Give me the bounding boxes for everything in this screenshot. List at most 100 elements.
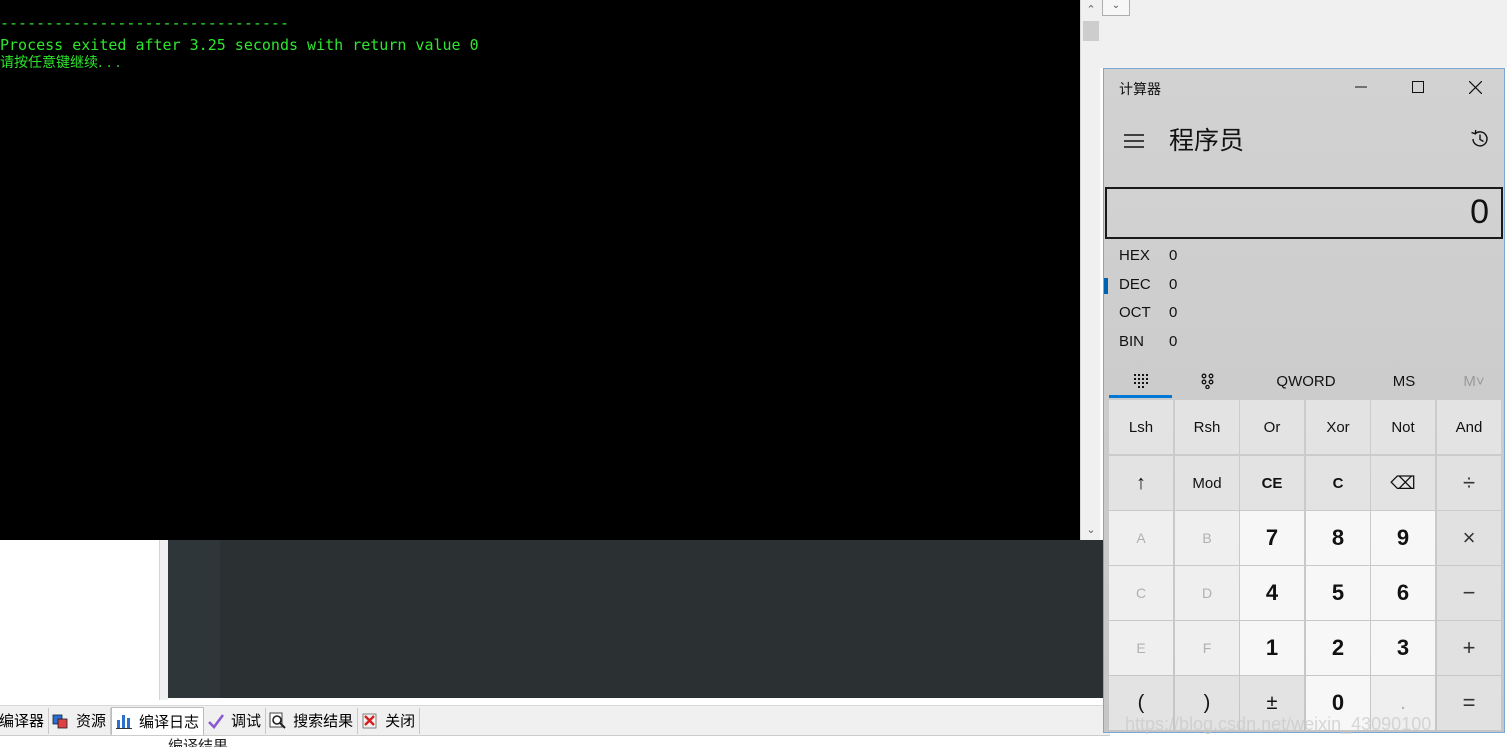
ide-dropdown-button[interactable]: ⌄ [1102, 0, 1130, 16]
hex-b-button[interactable]: B [1175, 511, 1239, 565]
digit-6-button[interactable]: 6 [1371, 566, 1435, 620]
mod-button[interactable]: Mod [1175, 456, 1239, 510]
memory-recall-button[interactable]: M˅ [1444, 362, 1504, 400]
tab-close-label: 关闭 [385, 712, 416, 730]
history-icon [1471, 129, 1488, 147]
digit-1-button[interactable]: 1 [1240, 621, 1304, 675]
tab-resources-label: 资源 [76, 712, 107, 730]
shift-button[interactable]: ↑ [1109, 456, 1173, 510]
watermark: https://blog.csdn.net/weixin_43090100 [1125, 714, 1432, 734]
radix-selected-indicator [1104, 278, 1108, 294]
radix-dec-value: 0 [1169, 276, 1178, 293]
equals-button[interactable]: = [1437, 676, 1501, 730]
hex-e-button[interactable]: E [1109, 621, 1173, 675]
chevron-down-icon[interactable]: ⌄ [1081, 520, 1101, 540]
bit-toggle-keypad-button[interactable] [1176, 362, 1239, 400]
digit-5-button[interactable]: 5 [1306, 566, 1370, 620]
digit-7-button[interactable]: 7 [1240, 511, 1304, 565]
radix-hex[interactable]: HEX 0 [1104, 243, 1304, 269]
full-keypad-button[interactable] [1109, 362, 1172, 400]
radix-oct-label: OCT [1119, 304, 1151, 321]
tab-search-results[interactable]: 搜索结果 [266, 707, 359, 734]
minimize-button[interactable] [1336, 69, 1386, 105]
radix-hex-value: 0 [1169, 247, 1178, 264]
close-button[interactable] [1450, 69, 1500, 105]
hex-c-button[interactable]: C [1109, 566, 1173, 620]
chevron-up-icon[interactable]: ⌃ [1081, 0, 1101, 20]
hamburger-icon [1124, 134, 1144, 148]
ide-line-gutter [168, 540, 220, 698]
radix-dec[interactable]: DEC 0 [1104, 272, 1304, 298]
hex-f-button[interactable]: F [1175, 621, 1239, 675]
tab-compiler-label: 编译器 [0, 712, 45, 730]
minus-button[interactable]: − [1437, 566, 1501, 620]
tab-compile-log-label: 编译日志 [139, 712, 200, 731]
ide-top-strip [1100, 0, 1507, 68]
ide-splitter[interactable] [160, 540, 168, 700]
digit-4-button[interactable]: 4 [1240, 566, 1304, 620]
tab-debug-label: 调试 [231, 712, 262, 730]
maximize-button[interactable] [1393, 69, 1443, 105]
console-exit-message: Process exited after 3.25 seconds with r… [0, 36, 479, 54]
multiply-button[interactable]: × [1437, 511, 1501, 565]
calculator-title: 计算器 [1119, 81, 1161, 97]
memory-store-button[interactable]: MS [1374, 362, 1434, 400]
search-icon [269, 712, 286, 729]
maximize-icon [1412, 81, 1424, 93]
display-value: 0 [1470, 193, 1489, 231]
xor-button[interactable]: Xor [1306, 400, 1370, 454]
clear-button[interactable]: C [1306, 456, 1370, 510]
hex-a-button[interactable]: A [1109, 511, 1173, 565]
lsh-button[interactable]: Lsh [1109, 400, 1173, 454]
radix-oct[interactable]: OCT 0 [1104, 300, 1304, 326]
output-panel-header: 编译结果 [168, 737, 229, 747]
close-icon [1468, 80, 1482, 94]
console-scroll-thumb[interactable] [1083, 21, 1099, 41]
history-button[interactable] [1464, 123, 1496, 155]
divide-button[interactable]: ÷ [1437, 456, 1501, 510]
radix-bin-label: BIN [1119, 333, 1145, 350]
word-size-button[interactable]: QWORD [1254, 362, 1358, 400]
radix-bin[interactable]: BIN 0 [1104, 329, 1304, 355]
tab-compiler[interactable]: 编译器 [0, 707, 50, 734]
rsh-button[interactable]: Rsh [1175, 400, 1239, 454]
tab-search-results-label: 搜索结果 [293, 712, 354, 730]
calculator-keypad: Lsh Rsh Or Xor Not And ↑ Mod CE C ⌫ ÷ A … [1109, 400, 1502, 730]
radix-oct-value: 0 [1169, 304, 1178, 321]
keypad-grid-icon [1133, 374, 1148, 388]
tab-compile-log[interactable]: 编译日志 [111, 706, 205, 735]
checkmark-icon [208, 713, 225, 729]
digit-9-button[interactable]: 9 [1371, 511, 1435, 565]
digit-2-button[interactable]: 2 [1306, 621, 1370, 675]
tab-debug[interactable]: 调试 [204, 707, 267, 734]
digit-3-button[interactable]: 3 [1371, 621, 1435, 675]
close-icon [362, 713, 377, 728]
not-button[interactable]: Not [1371, 400, 1435, 454]
console-continue-prompt: 请按任意键继续. . . [0, 55, 121, 71]
calculator-mode-title: 程序员 [1169, 127, 1245, 155]
minimize-icon [1355, 86, 1367, 88]
and-button[interactable]: And [1437, 400, 1501, 454]
radix-dec-label: DEC [1119, 276, 1151, 293]
ide-output-panel [0, 735, 1110, 747]
hex-d-button[interactable]: D [1175, 566, 1239, 620]
calculator-toolbar: QWORD MS M˅ [1104, 362, 1504, 400]
radix-bin-value: 0 [1169, 333, 1178, 350]
navigation-menu-button[interactable] [1118, 125, 1150, 157]
clear-entry-button[interactable]: CE [1240, 456, 1304, 510]
ide-editor[interactable] [168, 540, 1108, 698]
tab-resources[interactable]: 资源 [49, 707, 112, 734]
console-separator: -------------------------------- [0, 14, 289, 32]
calculator-window: 计算器 程序员 0 HEX 0 DEC 0 OCT 0 BIN 0 QWORD … [1103, 68, 1505, 733]
backspace-button[interactable]: ⌫ [1371, 456, 1435, 510]
digit-8-button[interactable]: 8 [1306, 511, 1370, 565]
console-window[interactable]: -------------------------------- Process… [0, 0, 1080, 540]
plus-button[interactable]: + [1437, 621, 1501, 675]
or-button[interactable]: Or [1240, 400, 1304, 454]
ide-bottom-tabbar: 编译器 资源 编译日志 调试 搜索结果 关闭 [0, 705, 1110, 735]
resources-icon [52, 714, 68, 728]
calculator-titlebar[interactable]: 计算器 [1104, 69, 1504, 105]
bit-keypad-icon [1201, 373, 1213, 389]
console-scrollbar[interactable]: ⌃ ⌄ [1080, 0, 1100, 540]
tab-close[interactable]: 关闭 [358, 707, 421, 734]
